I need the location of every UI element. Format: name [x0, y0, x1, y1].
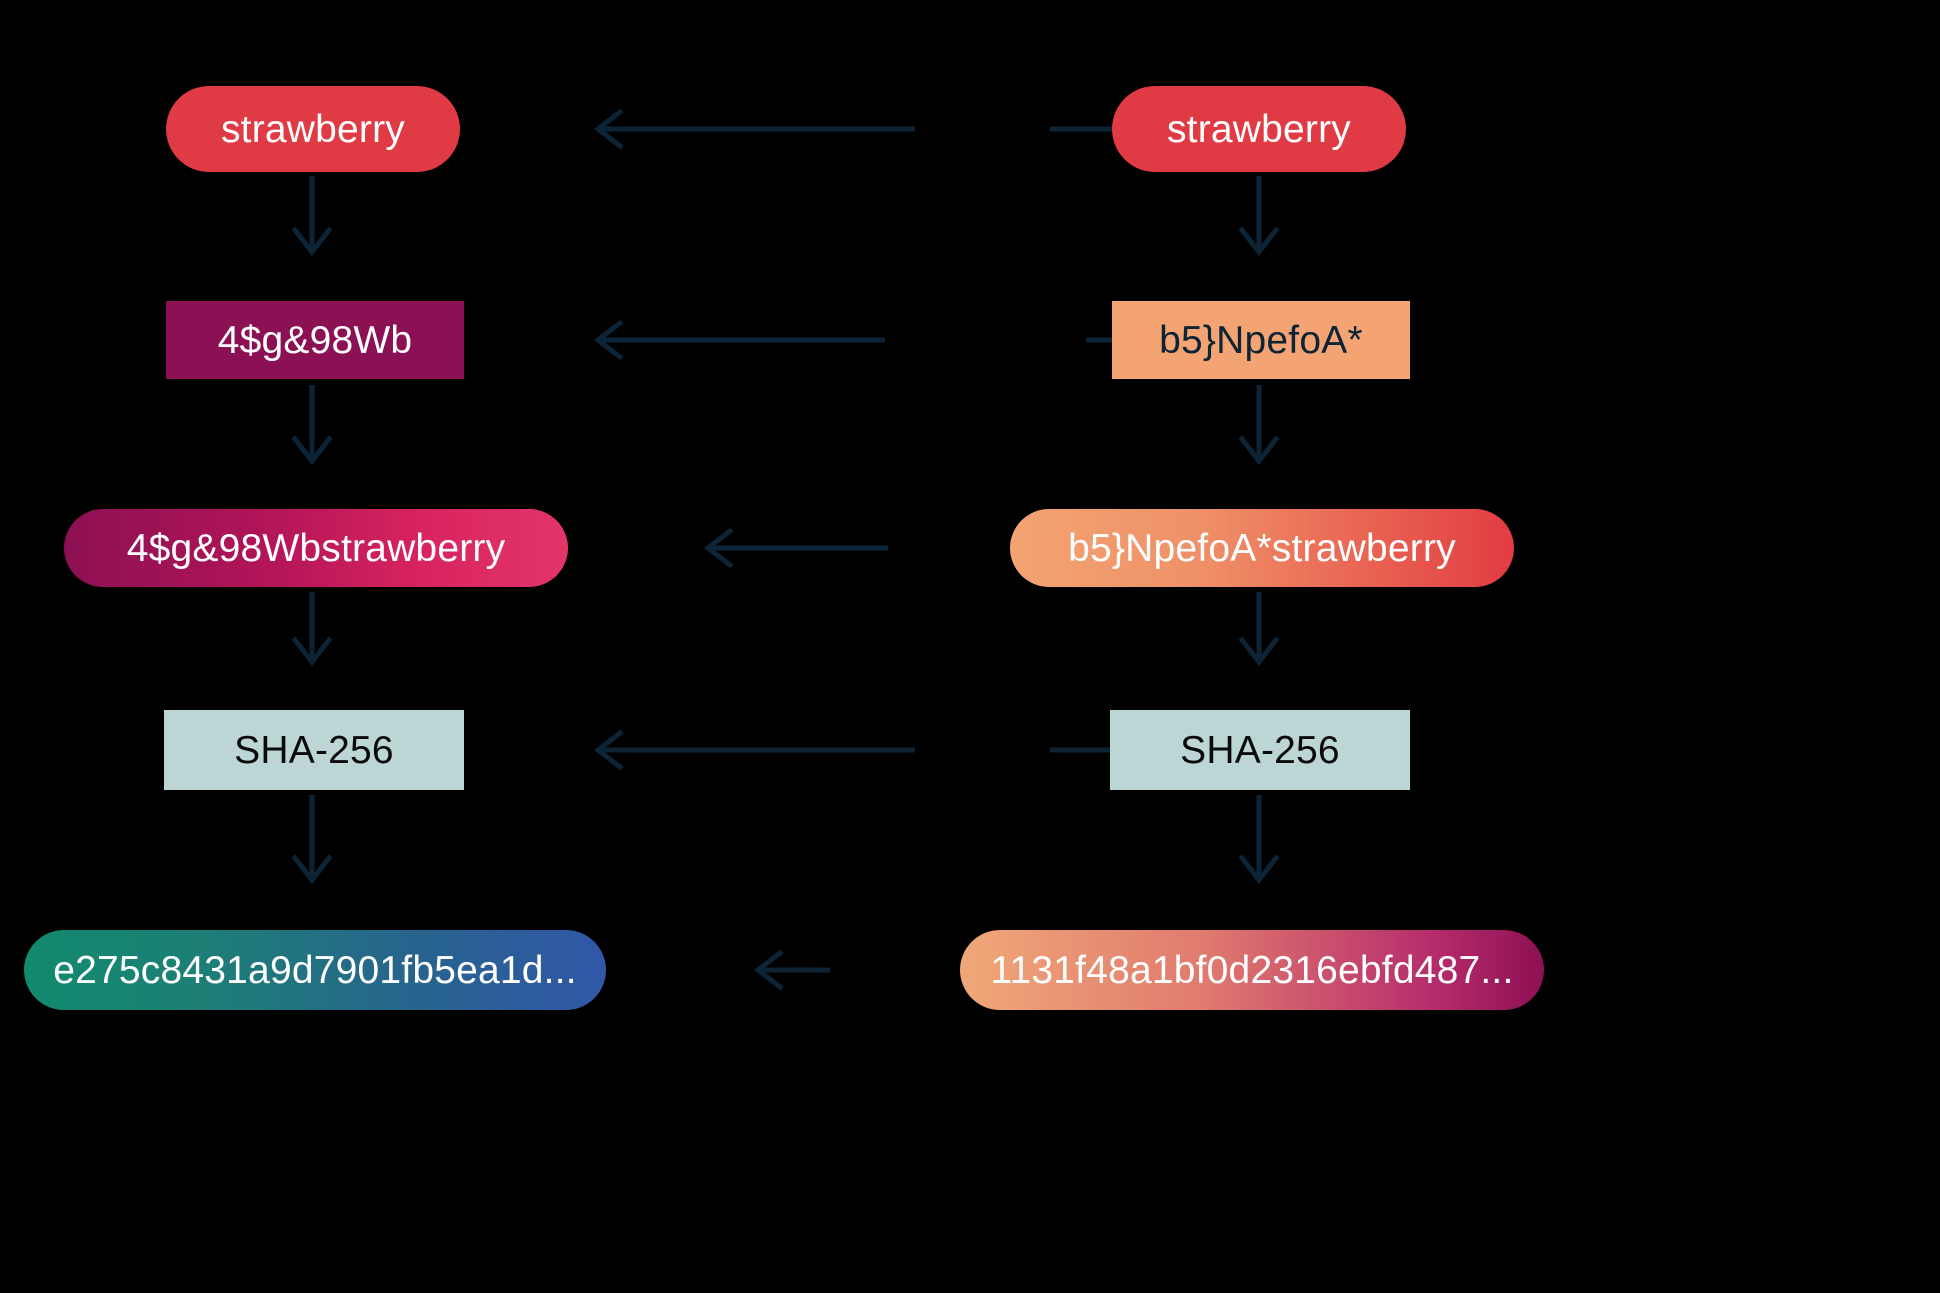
node-left-salted-password-label: 4$g&98Wbstrawberry [126, 526, 506, 570]
node-left-plaintext-label: strawberry [220, 107, 406, 151]
arrow-layer [291, 108, 1375, 991]
node-right-salt: b5}NpefoA* [1112, 301, 1410, 379]
node-right-salt-label: b5}NpefoA* [1159, 318, 1363, 362]
arrow-left-salt-to-salted [291, 385, 333, 466]
arrow-left-hashfn-to-digest [291, 795, 333, 885]
node-left-hash-function: SHA-256 [164, 710, 464, 790]
node-left-salt-label: 4$g&98Wb [217, 318, 413, 362]
node-right-plaintext: strawberry [1112, 86, 1406, 172]
node-left-plaintext: strawberry [166, 86, 460, 172]
node-right-hash-function-label: SHA-256 [1180, 728, 1340, 772]
arrow-right-hashfn-to-digest [1238, 795, 1280, 885]
arrow-row3-to-left [703, 527, 888, 569]
node-left-salted-password: 4$g&98Wbstrawberry [64, 509, 568, 587]
node-right-hash-function: SHA-256 [1110, 710, 1410, 790]
node-right-plaintext-label: strawberry [1166, 107, 1352, 151]
arrow-right-plaintext-to-salt [1238, 176, 1280, 257]
arrow-row1-to-left [593, 108, 915, 150]
node-right-digest: 1131f48a1bf0d2316ebfd487... [960, 930, 1544, 1010]
arrow-right-salted-to-hashfn [1238, 592, 1280, 667]
arrow-right-salt-to-salted [1238, 385, 1280, 466]
arrow-row4-to-left [593, 729, 915, 771]
arrow-row5-to-left [753, 949, 830, 991]
node-right-salted-password: b5}NpefoA*strawberry [1010, 509, 1514, 587]
arrow-row2-to-left [593, 319, 885, 361]
node-left-hash-function-label: SHA-256 [234, 728, 394, 772]
node-left-digest-label: e275c8431a9d7901fb5ea1d... [53, 948, 577, 992]
node-left-salt: 4$g&98Wb [166, 301, 464, 379]
node-right-salted-password-label: b5}NpefoA*strawberry [1068, 526, 1456, 570]
diagram-canvas: strawberry strawberry 4$g&98Wb b5}NpefoA… [0, 0, 1940, 1293]
node-right-digest-label: 1131f48a1bf0d2316ebfd487... [990, 948, 1514, 992]
arrow-left-salted-to-hashfn [291, 592, 333, 667]
arrow-left-plaintext-to-salt [291, 176, 333, 257]
node-left-digest: e275c8431a9d7901fb5ea1d... [24, 930, 606, 1010]
